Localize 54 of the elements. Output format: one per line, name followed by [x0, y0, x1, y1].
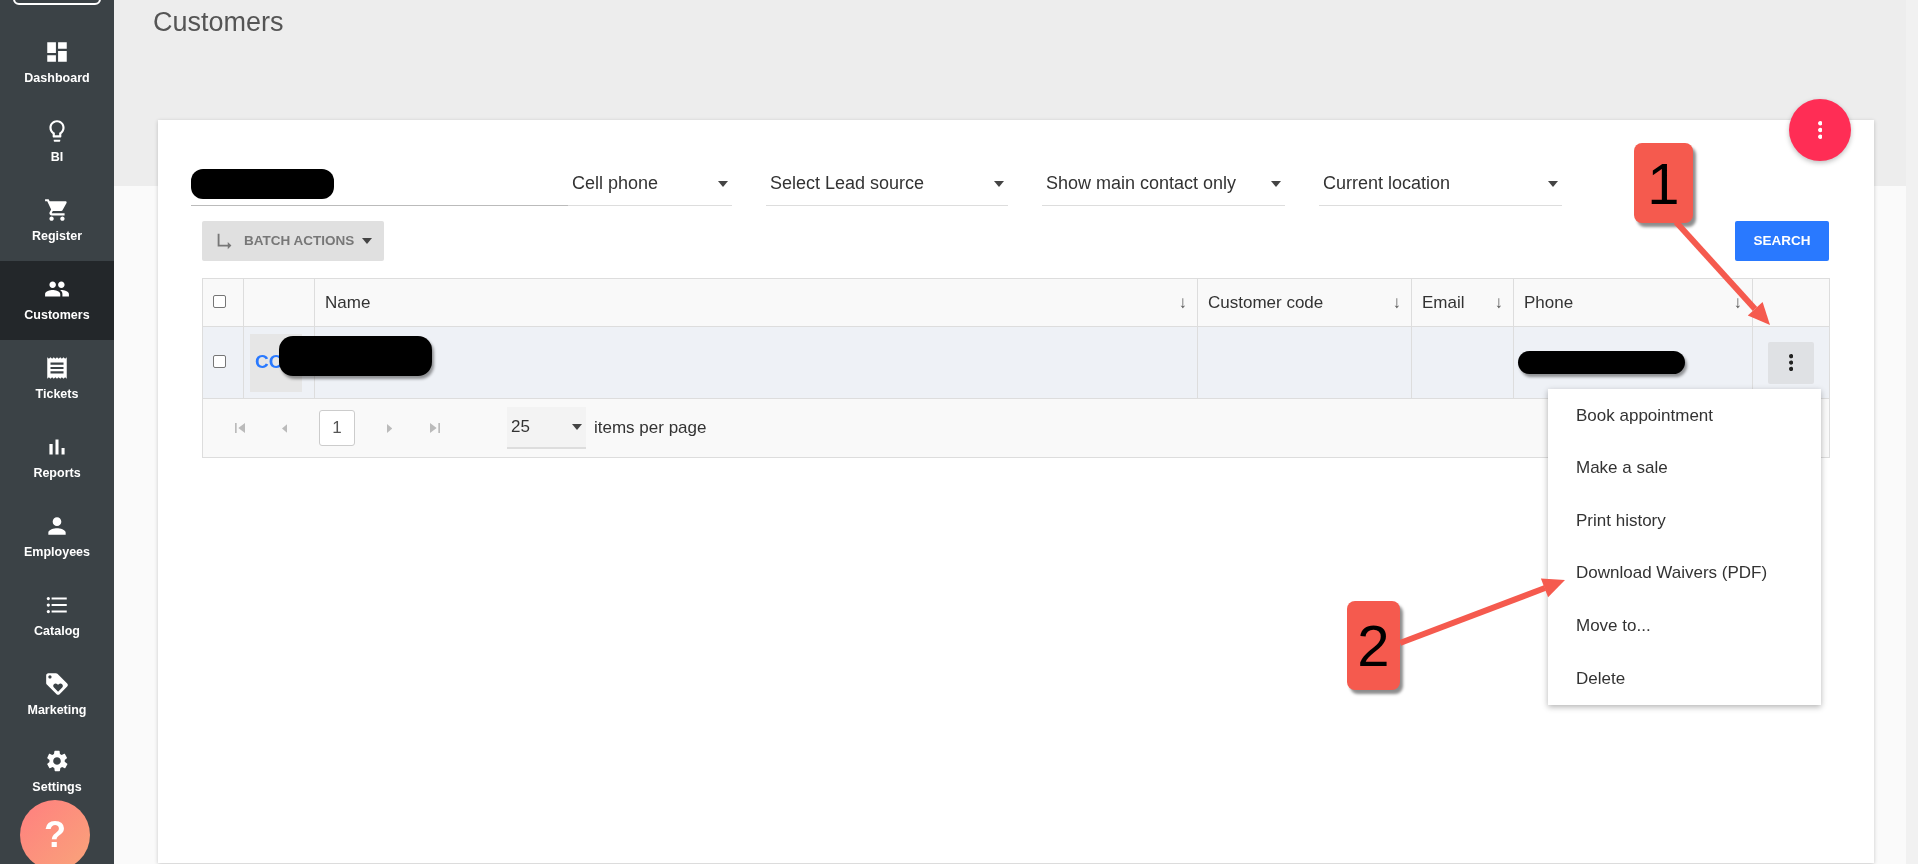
- page-title: Customers: [153, 6, 284, 39]
- column-header[interactable]: Phone: [1524, 289, 1574, 316]
- previous-page-icon: [281, 423, 288, 433]
- column-header[interactable]: Customer code: [1208, 289, 1324, 316]
- caret-icon: [718, 180, 728, 187]
- filter-select[interactable]: Select Lead source: [766, 162, 1008, 206]
- cart-icon: [44, 197, 70, 224]
- filter-select[interactable]: Current location: [1319, 162, 1562, 206]
- sort-arrow[interactable]: ↓: [1178, 289, 1187, 316]
- caret-icon: [994, 180, 1004, 187]
- menu-item[interactable]: Make a sale: [1548, 441, 1821, 495]
- more-icon: [1817, 121, 1823, 139]
- caret-icon: [362, 238, 373, 244]
- column-header[interactable]: Name: [325, 289, 371, 316]
- menu-item[interactable]: Print history: [1548, 494, 1821, 547]
- column-header[interactable]: Email: [1422, 289, 1465, 316]
- select-all-checkbox[interactable]: [213, 294, 226, 308]
- sidebar-item[interactable]: Catalog: [0, 577, 114, 656]
- menu-item[interactable]: Move to...: [1548, 599, 1821, 652]
- more-button[interactable]: [1789, 99, 1851, 161]
- items-per-page-label: items per page: [594, 417, 707, 440]
- caret-icon: [1271, 180, 1281, 187]
- sort-arrow[interactable]: ↓: [1392, 289, 1401, 316]
- sidebar-item[interactable]: Settings: [0, 735, 114, 799]
- first-page-icon: [234, 423, 245, 433]
- sort-arrow[interactable]: ↓: [1494, 289, 1503, 316]
- sidebar-item[interactable]: Register: [0, 182, 114, 261]
- page-size-select[interactable]: 25: [507, 407, 586, 449]
- sidebar-item[interactable]: BI: [0, 103, 114, 182]
- sidebar-item[interactable]: Tickets: [0, 340, 114, 419]
- search-button[interactable]: SEARCH: [1735, 221, 1829, 261]
- tag-icon: [44, 671, 70, 698]
- menu-item[interactable]: Download Waivers (PDF): [1548, 546, 1821, 600]
- menu-item[interactable]: Book appointment: [1548, 389, 1821, 442]
- callout-badge: 2: [1347, 601, 1400, 690]
- sidebar-item[interactable]: Customers: [0, 261, 114, 340]
- sort-arrow[interactable]: ↓: [1733, 289, 1742, 316]
- sidebar-item[interactable]: Employees: [0, 498, 114, 577]
- caret-icon: [572, 424, 582, 430]
- row-menu-button[interactable]: [1768, 341, 1814, 384]
- caret-icon: [1548, 180, 1558, 187]
- receipt-icon: [44, 355, 70, 382]
- page-number[interactable]: 1: [319, 410, 355, 446]
- filter-select[interactable]: Cell phone: [568, 162, 732, 206]
- sidebar-item[interactable]: Reports: [0, 419, 114, 498]
- row-checkbox[interactable]: [213, 354, 226, 368]
- next-page-icon: [386, 423, 393, 433]
- menu-item[interactable]: Delete: [1548, 651, 1821, 705]
- filter-select[interactable]: Show main contact only: [1042, 162, 1285, 206]
- sidebar-item[interactable]: Dashboard: [0, 24, 114, 103]
- last-page-icon: [429, 423, 440, 433]
- more-icon: [1788, 354, 1794, 371]
- sidebar-item[interactable]: Marketing: [0, 656, 114, 735]
- callout-badge: 1: [1634, 143, 1693, 223]
